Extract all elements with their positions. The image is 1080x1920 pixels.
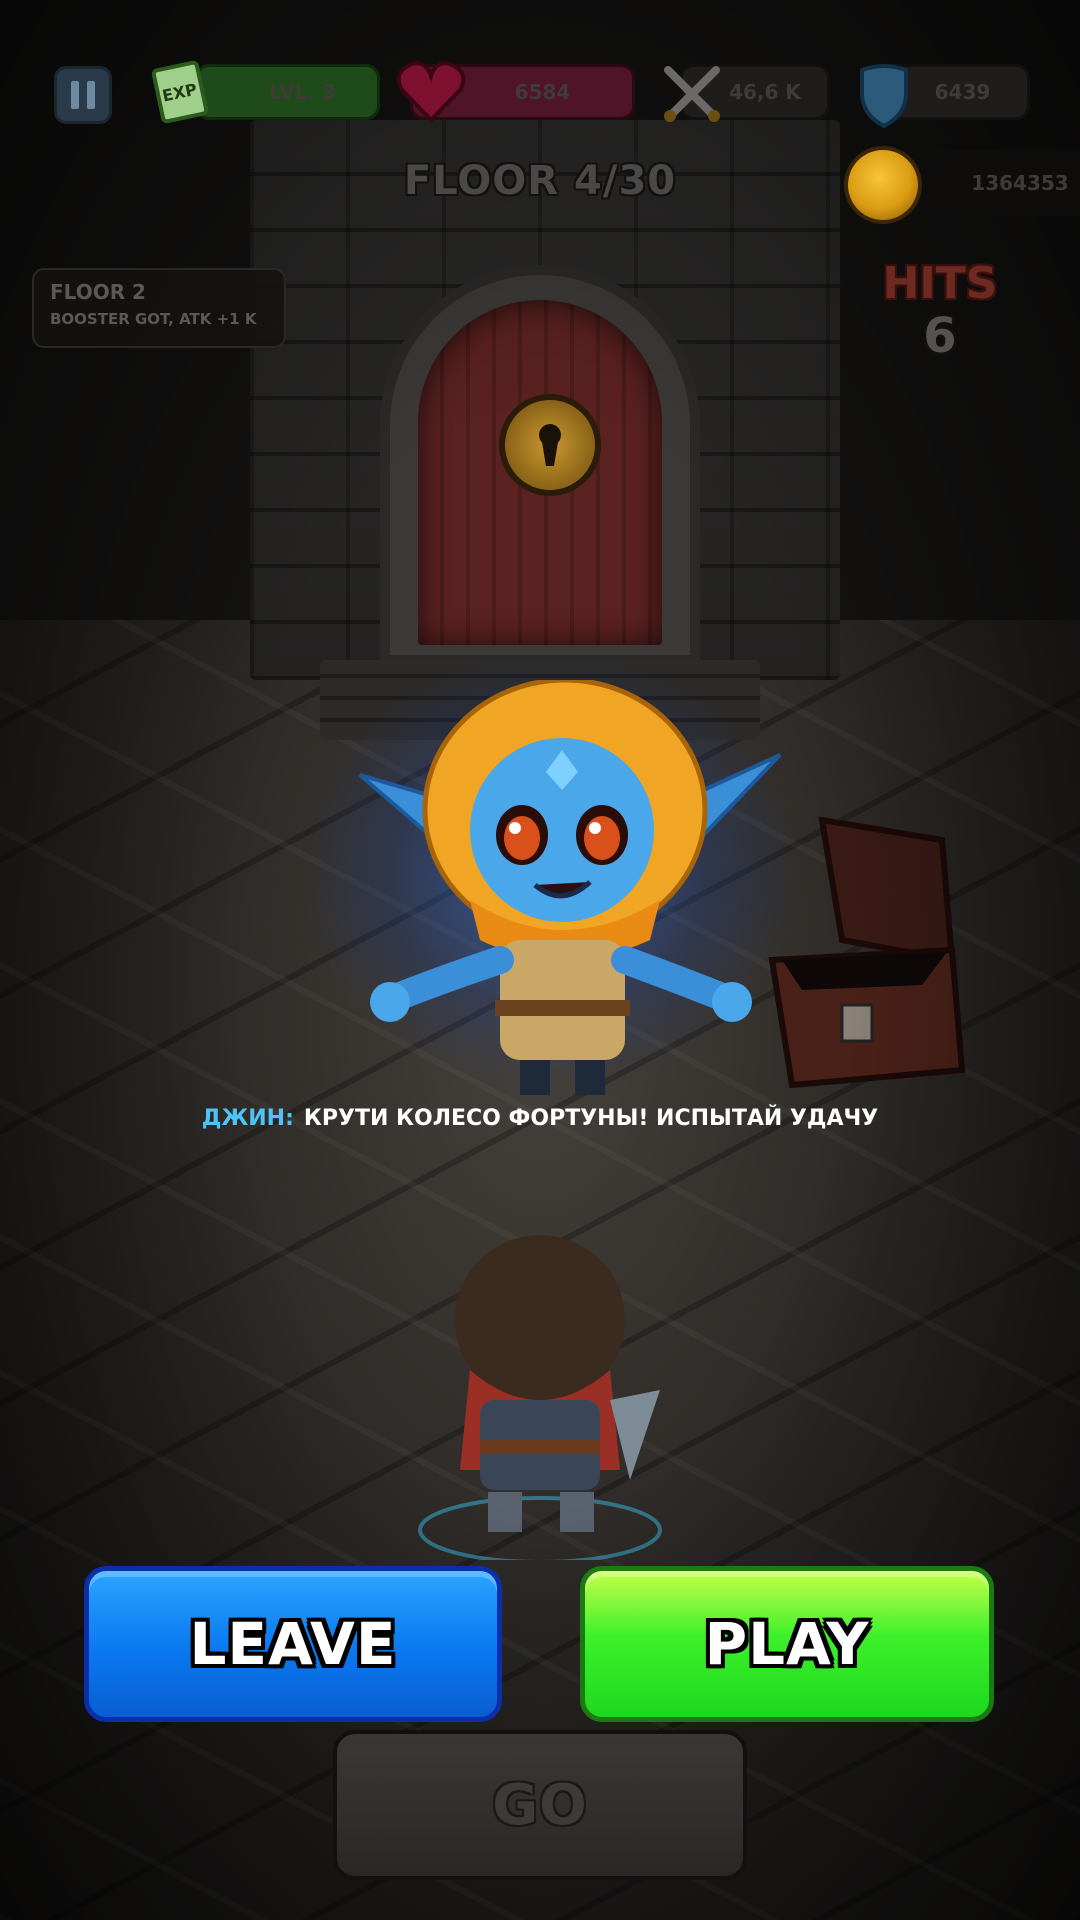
exp-scroll-icon: EXP xyxy=(151,60,209,124)
gold-coin-icon xyxy=(848,150,918,220)
hits-label: HITS xyxy=(882,258,998,309)
attack-value: 46,6 K xyxy=(729,80,801,104)
pause-icon xyxy=(71,81,79,109)
event-log-text: BOOSTER GOT, ATK +1 K xyxy=(50,310,257,328)
hero-character xyxy=(418,1235,662,1560)
floor-title: FLOOR 4/30 xyxy=(403,158,677,204)
hits-value: 6 xyxy=(923,308,957,364)
event-log: FLOOR 2 BOOSTER GOT, ATK +1 K xyxy=(32,268,286,348)
heart-icon xyxy=(396,61,466,123)
dialogue-speaker: ДЖИН: xyxy=(201,1106,294,1131)
pause-icon-bar xyxy=(87,81,95,109)
keyhole-icon xyxy=(539,424,561,466)
level-label: LVL. 3 xyxy=(269,80,336,104)
exp-bar: LVL. 3 xyxy=(195,64,380,120)
event-log-title: FLOOR 2 xyxy=(50,280,146,304)
pause-button[interactable] xyxy=(54,66,112,124)
gold-bar: 1364353 xyxy=(890,150,1080,216)
crossed-swords-icon xyxy=(664,66,720,122)
dialogue-text: КРУТИ КОЛЕСО ФОРТУНЫ! ИСПЫТАЙ УДАЧУ xyxy=(303,1106,879,1131)
defense-value: 6439 xyxy=(934,80,991,104)
open-chest xyxy=(768,816,966,1089)
gold-value: 1364353 xyxy=(971,171,1069,195)
genie-dialogue: ДЖИН: КРУТИ КОЛЕСО ФОРТУНЫ! ИСПЫТАЙ УДАЧУ xyxy=(150,1106,930,1131)
play-button[interactable]: PLAY xyxy=(580,1566,994,1722)
shield-icon xyxy=(860,64,908,128)
hp-value: 6584 xyxy=(514,80,571,104)
leave-button[interactable]: LEAVE xyxy=(84,1566,502,1722)
genie-character[interactable] xyxy=(330,680,800,1100)
go-button[interactable]: GO xyxy=(333,1730,747,1880)
